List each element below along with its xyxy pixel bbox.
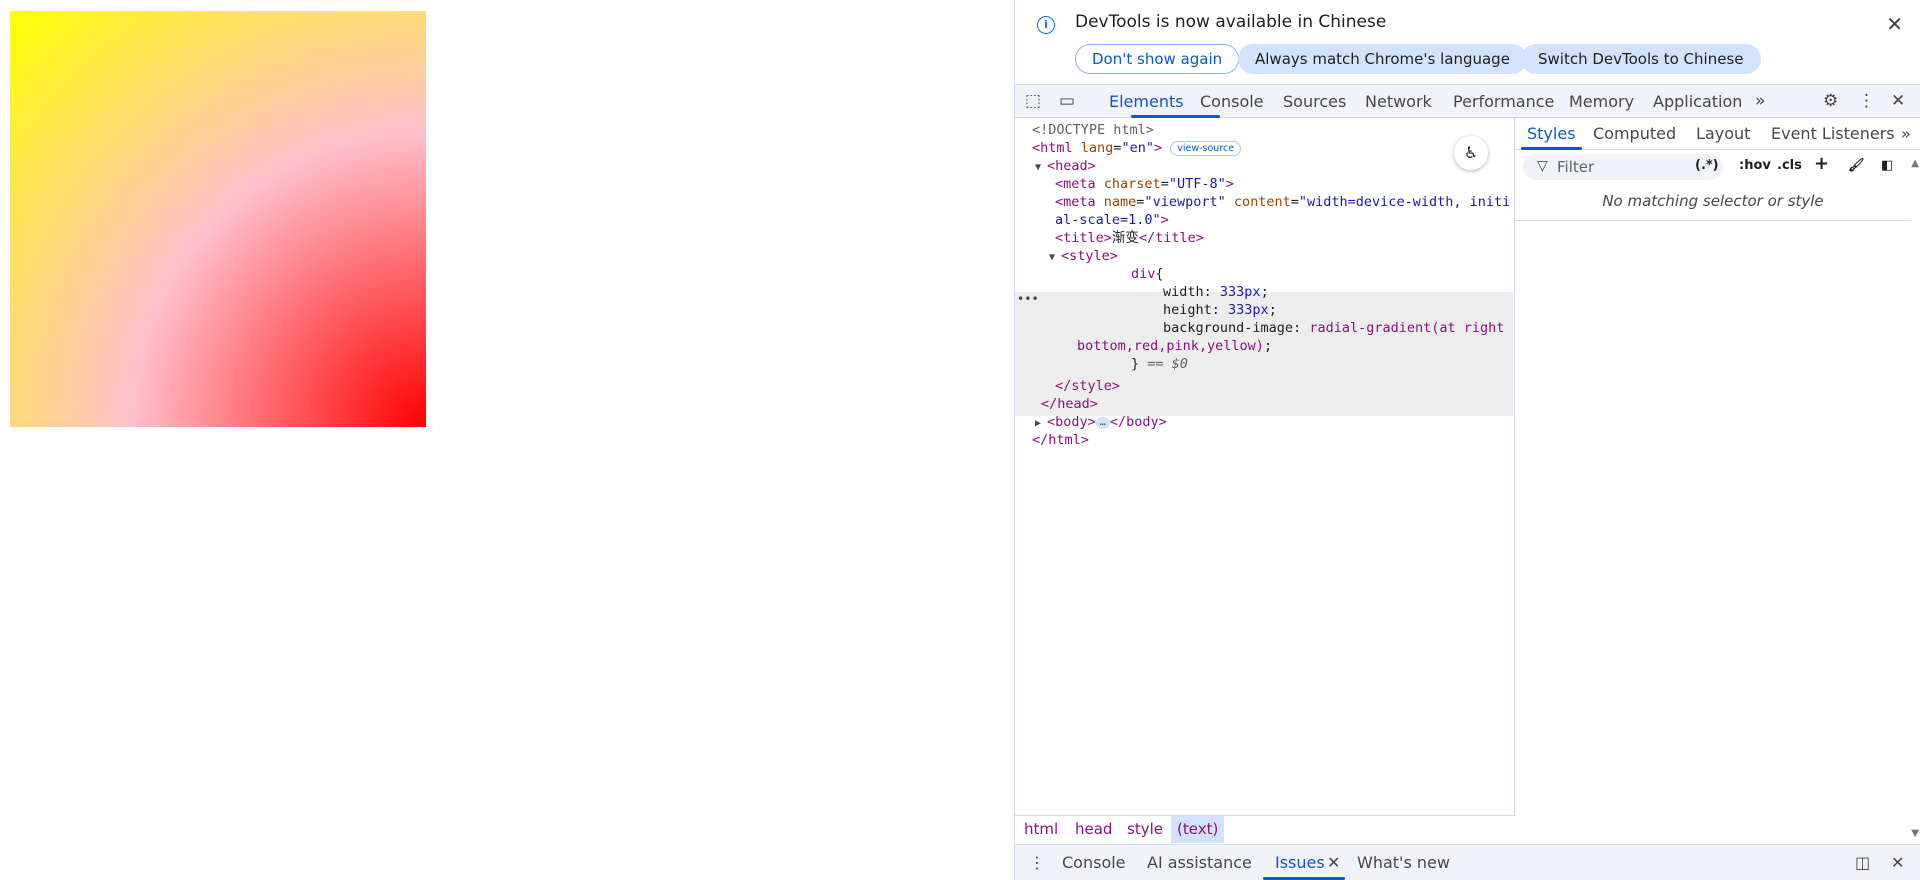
tab-network[interactable]: Network (1365, 92, 1432, 111)
expand-triangle-icon[interactable]: ▼ (1049, 248, 1061, 268)
style-node[interactable]: ▼ <style> (1049, 246, 1118, 268)
tab-console[interactable]: Console (1200, 92, 1264, 111)
tab-elements[interactable]: Elements (1109, 92, 1184, 111)
paint-brush-icon[interactable]: 🖌 (1848, 158, 1865, 173)
meta-charset-node[interactable]: <meta charset="UTF-8"> (1055, 174, 1234, 194)
styles-tabbar: Styles Computed Layout Event Listeners » (1515, 118, 1920, 150)
meta-viewport-node-wrap: al-scale=1.0"> (1055, 212, 1169, 228)
html-close-node[interactable]: </html> (1032, 430, 1089, 450)
title-node[interactable]: <title>渐变</title> (1055, 228, 1204, 248)
tab-memory[interactable]: Memory (1569, 92, 1634, 111)
tab-styles[interactable]: Styles (1527, 124, 1576, 143)
more-tabs-icon[interactable]: » (1901, 124, 1911, 143)
doctype-node[interactable]: <!DOCTYPE html> (1032, 120, 1154, 140)
css-height-line: height: 333px; (1163, 302, 1277, 318)
css-width-line: width: 333px; (1163, 284, 1269, 300)
new-rule-icon[interactable]: + (1814, 153, 1829, 174)
node-actions-ellipsis[interactable]: ••• (1017, 292, 1039, 306)
scroll-down-arrow-icon[interactable]: ▼ (1911, 828, 1919, 839)
close-drawer-icon[interactable]: ✕ (1891, 853, 1904, 872)
gear-icon[interactable]: ⚙ (1823, 91, 1838, 111)
style-close-node[interactable]: </style> (1055, 376, 1120, 396)
dont-show-again-button[interactable]: Don't show again (1075, 44, 1240, 74)
drawer-tab-console[interactable]: Console (1062, 853, 1126, 872)
hover-state-toggle[interactable]: :hov (1739, 158, 1771, 173)
breadcrumb-html[interactable]: html (1024, 820, 1058, 838)
device-toolbar-icon[interactable]: ▭ (1059, 91, 1075, 111)
gradient-div (10, 11, 426, 427)
devtools-panel: i DevTools is now available in Chinese ✕… (1014, 0, 1920, 880)
css-bg-line: background-image: radial-gradient(at rig… (1163, 320, 1505, 336)
inspect-element-icon[interactable]: ⬚ (1025, 91, 1041, 111)
filter-icon: ▽ (1537, 158, 1548, 174)
breadcrumb-style[interactable]: style (1127, 820, 1163, 838)
breadcrumb-text[interactable]: (text) (1171, 816, 1225, 843)
elements-tree: ••• <!DOCTYPE html> <html lang="en"> vie… (1015, 118, 1515, 815)
breadcrumb: html head style (text) (1015, 815, 1515, 844)
meta-viewport-node[interactable]: <meta name="viewport" content="width=dev… (1055, 192, 1510, 212)
devtools-drawer-tabbar: ⋮ Console AI assistance Issues ✕ What's … (1015, 844, 1920, 880)
tab-computed[interactable]: Computed (1593, 124, 1676, 143)
no-matching-style-message: No matching selector or style (1515, 192, 1911, 221)
tab-event-listeners[interactable]: Event Listeners (1771, 124, 1895, 143)
switch-to-chinese-button[interactable]: Switch DevTools to Chinese (1521, 44, 1761, 74)
close-issues-tab-icon[interactable]: ✕ (1327, 853, 1340, 872)
class-toggle[interactable]: .cls (1777, 158, 1802, 173)
drawer-tab-issues[interactable]: Issues (1275, 853, 1325, 872)
tab-sources[interactable]: Sources (1283, 92, 1346, 111)
scroll-up-arrow-icon[interactable]: ▲ (1911, 158, 1919, 169)
filter-input[interactable]: ▽ Filter (1523, 154, 1723, 180)
accessibility-tree-icon[interactable]: ♿ (1454, 136, 1488, 170)
drawer-menu-icon[interactable]: ⋮ (1029, 853, 1045, 872)
kebab-menu-icon[interactable]: ⋮ (1858, 91, 1875, 111)
close-devtools-icon[interactable]: ✕ (1891, 91, 1905, 111)
view-source-badge[interactable]: view-source (1170, 141, 1242, 156)
dock-side-icon[interactable]: ◫ (1855, 853, 1870, 872)
devtools-tabbar: ⬚ ▭ Elements Console Sources Network Per… (1015, 84, 1920, 118)
tab-performance[interactable]: Performance (1453, 92, 1554, 111)
tab-application[interactable]: Application (1653, 92, 1742, 111)
info-icon: i (1037, 16, 1055, 34)
drawer-tab-ai-assistance[interactable]: AI assistance (1147, 853, 1252, 872)
language-infobar: i DevTools is now available in Chinese ✕… (1015, 0, 1920, 84)
more-tabs-icon[interactable]: » (1755, 91, 1765, 111)
regex-toggle-icon[interactable]: (.*) (1695, 158, 1719, 173)
css-close-line: } == $0 (1131, 356, 1188, 372)
drawer-tab-whats-new[interactable]: What's new (1357, 853, 1450, 872)
tab-layout[interactable]: Layout (1696, 124, 1750, 143)
css-selector-line[interactable]: div{ (1131, 264, 1164, 284)
toggle-sidebar-icon[interactable]: ◧ (1881, 158, 1893, 173)
styles-filter-row: ▽ Filter (.*) :hov .cls + 🖌 ◧ (1515, 150, 1920, 184)
head-close-node[interactable]: </head> (1041, 394, 1098, 414)
css-bg-line-wrap: bottom,red,pink,yellow); (1077, 338, 1273, 354)
close-icon[interactable]: ✕ (1886, 12, 1903, 36)
collapsed-children-pill[interactable]: … (1095, 417, 1110, 429)
expand-triangle-icon[interactable]: ▼ (1035, 158, 1047, 178)
styles-sidebar: Styles Computed Layout Event Listeners »… (1515, 118, 1920, 844)
html-node[interactable]: <html lang="en"> view-source (1032, 138, 1242, 158)
infobar-message: DevTools is now available in Chinese (1075, 12, 1387, 32)
always-match-language-button[interactable]: Always match Chrome's language (1238, 44, 1527, 74)
breadcrumb-head[interactable]: head (1075, 820, 1112, 838)
page-viewport (0, 0, 1014, 880)
